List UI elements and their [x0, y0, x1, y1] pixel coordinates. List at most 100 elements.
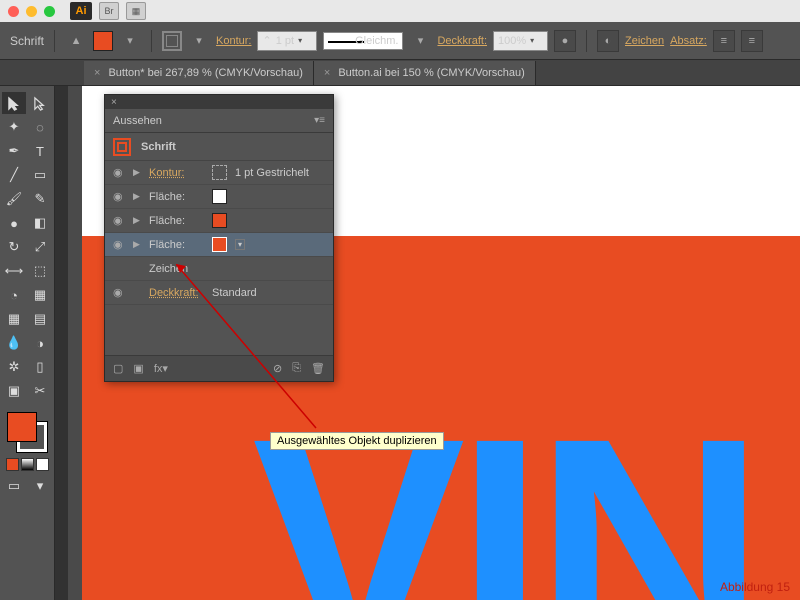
- tooltip: Ausgewähltes Objekt duplizieren: [270, 432, 444, 450]
- none-mode[interactable]: [36, 458, 49, 471]
- zoom-dot[interactable]: [44, 6, 55, 17]
- scale-tool[interactable]: ⤢: [28, 236, 52, 258]
- pencil-tool[interactable]: ✎: [28, 188, 52, 210]
- fill-caret[interactable]: ▾: [119, 30, 141, 52]
- fill-row-3-selected[interactable]: ◉ ▶ Fläche: ▾: [105, 233, 333, 257]
- width-tool[interactable]: ⟷: [2, 260, 26, 282]
- app-badge: Ai: [70, 2, 92, 20]
- fill-color[interactable]: [7, 412, 37, 442]
- close-icon[interactable]: ×: [94, 67, 100, 79]
- new-fill-icon[interactable]: ▣: [133, 362, 143, 375]
- panel-grip[interactable]: ×: [105, 95, 333, 109]
- arrange-button[interactable]: ▦: [126, 2, 146, 20]
- swatch-dropdown-icon[interactable]: ▾: [235, 239, 245, 250]
- artboard-tool[interactable]: ▣: [2, 380, 26, 402]
- char-icon[interactable]: ▲: [65, 30, 87, 52]
- gradient-mode[interactable]: [21, 458, 34, 471]
- eraser-tool[interactable]: ◧: [28, 212, 52, 234]
- close-dot[interactable]: [8, 6, 19, 17]
- expand-icon[interactable]: ▶: [133, 215, 141, 226]
- free-transform-tool[interactable]: ⬚: [28, 260, 52, 282]
- stroke-row[interactable]: ◉ ▶ Kontur: 1 pt Gestrichelt: [105, 161, 333, 185]
- zeichen-row[interactable]: Zeichen: [105, 257, 333, 281]
- color-mode-row: [6, 458, 49, 471]
- absatz-link[interactable]: Absatz:: [670, 35, 707, 47]
- kontur-link[interactable]: Kontur:: [216, 35, 251, 47]
- type-tool[interactable]: T: [28, 140, 52, 162]
- visibility-icon[interactable]: ◉: [113, 190, 125, 203]
- blob-brush-tool[interactable]: ●: [2, 212, 26, 234]
- opacity-dropdown[interactable]: 100%▾: [493, 31, 548, 51]
- rotate-tool[interactable]: ↻: [2, 236, 26, 258]
- fill-stroke-indicator[interactable]: [5, 410, 49, 454]
- selection-tool[interactable]: [2, 92, 26, 114]
- tab-doc2[interactable]: ×Button.ai bei 150 % (CMYK/Vorschau): [314, 61, 536, 85]
- new-stroke-icon[interactable]: ▢: [113, 362, 123, 375]
- stroke-caret[interactable]: ▾: [188, 30, 210, 52]
- visibility-icon[interactable]: ◉: [113, 238, 125, 251]
- recolor-button[interactable]: ◐: [597, 30, 619, 52]
- screen-mode[interactable]: ▭: [2, 475, 26, 497]
- direct-selection-tool[interactable]: [28, 92, 52, 114]
- pen-tool[interactable]: ✒: [2, 140, 26, 162]
- perspective-tool[interactable]: ▦: [28, 284, 52, 306]
- zeichen-link[interactable]: Zeichen: [625, 35, 664, 47]
- document-tabbar: ×Button* bei 267,89 % (CMYK/Vorschau) ×B…: [0, 60, 800, 86]
- fill-swatch-orange[interactable]: [212, 213, 227, 228]
- deckkraft-label[interactable]: Deckkraft:: [149, 287, 204, 299]
- align-center-button[interactable]: ≡: [741, 30, 763, 52]
- brush-tool[interactable]: 🖌: [2, 188, 26, 210]
- stroke-weight-dropdown[interactable]: ⌃1 pt▾: [257, 31, 317, 51]
- visibility-icon[interactable]: ◉: [113, 214, 125, 227]
- minimize-dot[interactable]: [26, 6, 37, 17]
- fill-swatch-white[interactable]: [212, 189, 227, 204]
- color-mode[interactable]: [6, 458, 19, 471]
- align-left-button[interactable]: ≡: [713, 30, 735, 52]
- stroke-style-caret[interactable]: ▾: [409, 30, 431, 52]
- line-tool[interactable]: ╱: [2, 164, 26, 186]
- mesh-tool[interactable]: ▦: [2, 308, 26, 330]
- graph-tool[interactable]: ▯: [28, 356, 52, 378]
- fx-button[interactable]: ●: [554, 30, 576, 52]
- expand-icon[interactable]: ▶: [133, 167, 141, 178]
- stroke-swatch[interactable]: [212, 165, 227, 180]
- fill-row-1[interactable]: ◉ ▶ Fläche:: [105, 185, 333, 209]
- stroke-style-dropdown[interactable]: Gleichm.: [323, 32, 403, 50]
- close-icon[interactable]: ×: [324, 67, 330, 79]
- eyedropper-tool[interactable]: 💧: [2, 332, 26, 354]
- bridge-button[interactable]: Br: [99, 2, 119, 20]
- lasso-tool[interactable]: ◌: [28, 116, 52, 138]
- fill-swatch[interactable]: [93, 31, 113, 51]
- magic-wand-tool[interactable]: ✦: [2, 116, 26, 138]
- slice-tool[interactable]: ✂: [28, 380, 52, 402]
- trash-icon[interactable]: 🗑: [311, 362, 325, 375]
- rectangle-tool[interactable]: ▭: [28, 164, 52, 186]
- opacity-row[interactable]: ◉ Deckkraft: Standard: [105, 281, 333, 305]
- stroke-swatch[interactable]: [162, 31, 182, 51]
- kontur-label[interactable]: Kontur:: [149, 167, 204, 179]
- target-row: Schrift: [105, 133, 333, 161]
- stroke-value: 1 pt Gestrichelt: [235, 167, 309, 179]
- screen-mode-caret[interactable]: ▾: [28, 475, 52, 497]
- target-swatch: [113, 138, 131, 156]
- close-icon[interactable]: ×: [111, 97, 117, 108]
- zeichen-label: Zeichen: [149, 263, 204, 275]
- expand-icon[interactable]: ▶: [133, 191, 141, 202]
- control-bar: Schrift ▲ ▾ ▾ Kontur: ⌃1 pt▾ Gleichm. ▾ …: [0, 22, 800, 60]
- fx-icon[interactable]: fx▾: [154, 362, 168, 375]
- symbol-sprayer-tool[interactable]: ✲: [2, 356, 26, 378]
- clear-icon[interactable]: ⊘: [273, 362, 282, 375]
- shape-builder-tool[interactable]: ◔: [2, 284, 26, 306]
- panel-header[interactable]: Aussehen ▾≡: [105, 109, 333, 133]
- panel-menu-icon[interactable]: ▾≡: [314, 115, 325, 126]
- deckkraft-link[interactable]: Deckkraft:: [437, 35, 487, 47]
- tab-doc1[interactable]: ×Button* bei 267,89 % (CMYK/Vorschau): [84, 61, 314, 85]
- fill-swatch-orange-sel[interactable]: [212, 237, 227, 252]
- fill-row-2[interactable]: ◉ ▶ Fläche:: [105, 209, 333, 233]
- gradient-tool[interactable]: ▤: [28, 308, 52, 330]
- visibility-icon[interactable]: ◉: [113, 286, 125, 299]
- visibility-icon[interactable]: ◉: [113, 166, 125, 179]
- blend-tool[interactable]: ◑: [28, 332, 52, 354]
- duplicate-icon[interactable]: ⎘: [292, 362, 301, 375]
- expand-icon[interactable]: ▶: [133, 239, 141, 250]
